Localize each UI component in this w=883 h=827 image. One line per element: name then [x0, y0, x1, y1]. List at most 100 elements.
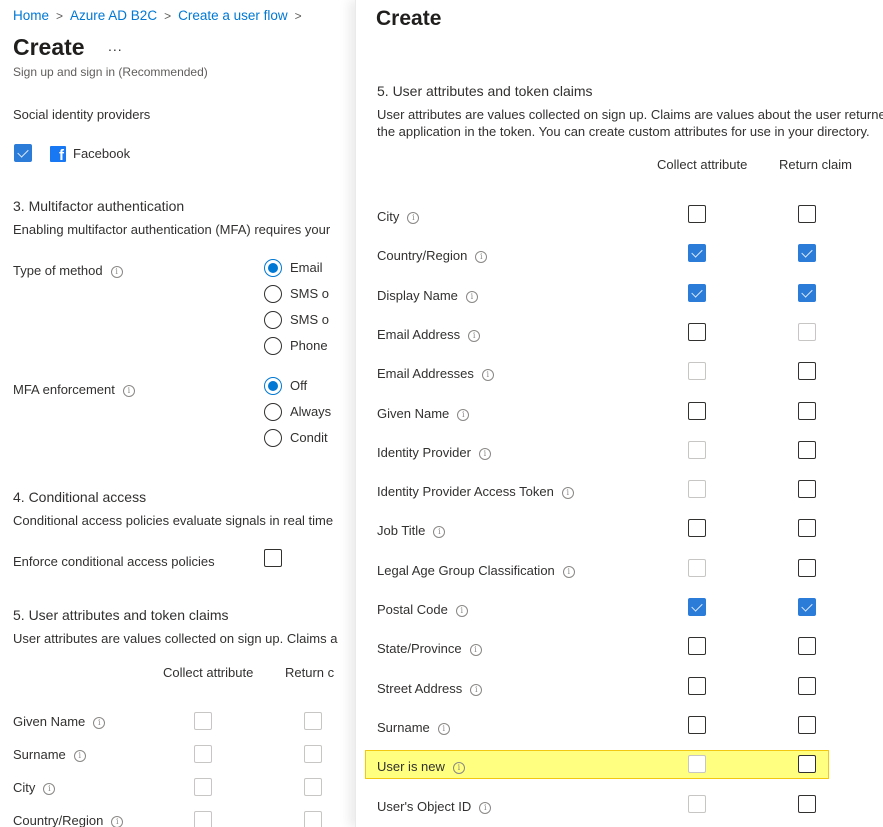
collect-postal-code-checkbox[interactable]: [688, 598, 706, 616]
breadcrumb-separator: >: [294, 9, 302, 23]
column-return-claim: Return c: [285, 665, 335, 680]
breadcrumb-separator: >: [164, 9, 172, 23]
radio-email-label: Email: [290, 260, 323, 275]
info-icon[interactable]: i: [437, 722, 450, 735]
breadcrumb-home[interactable]: Home: [13, 8, 49, 23]
collect-email-address-checkbox[interactable]: [688, 323, 706, 341]
column-collect-attribute: Collect attribute: [657, 157, 748, 172]
attribute-label-street-address: Street Address i: [377, 681, 483, 696]
info-icon[interactable]: i: [469, 643, 482, 656]
info-icon[interactable]: i: [407, 211, 420, 224]
info-icon[interactable]: i: [478, 447, 491, 460]
return-user-s-object-id-checkbox[interactable]: [798, 795, 816, 813]
collect-city-checkbox[interactable]: [194, 778, 212, 796]
return-job-title-checkbox[interactable]: [798, 519, 816, 537]
attribute-label-email-address: Email Address i: [377, 327, 481, 342]
page-title: Create: [13, 34, 85, 60]
return-identity-provider-access-token-checkbox[interactable]: [798, 480, 816, 498]
attribute-label-city: City i: [377, 209, 420, 224]
radio-always[interactable]: [264, 403, 282, 421]
return-street-address-checkbox[interactable]: [798, 677, 816, 695]
info-icon[interactable]: i: [110, 265, 123, 278]
info-icon[interactable]: i: [457, 408, 470, 421]
info-icon[interactable]: i: [479, 801, 492, 814]
info-icon[interactable]: i: [475, 250, 488, 263]
info-icon[interactable]: i: [122, 384, 135, 397]
enforce-ca-checkbox[interactable]: [264, 549, 282, 567]
collect-identity-provider-access-token-checkbox: [688, 480, 706, 498]
radio-sms-1[interactable]: [264, 285, 282, 303]
facebook-checkbox[interactable]: [14, 144, 32, 162]
return-country-region-checkbox[interactable]: [304, 811, 322, 827]
breadcrumb-separator: >: [56, 9, 64, 23]
mfa-description: Enabling multifactor authentication (MFA…: [13, 222, 331, 237]
info-icon[interactable]: i: [561, 486, 574, 499]
info-icon[interactable]: i: [111, 815, 124, 827]
return-given-name-checkbox[interactable]: [304, 712, 322, 730]
more-options-button[interactable]: ...: [108, 38, 123, 54]
breadcrumb-create-user-flow[interactable]: Create a user flow: [178, 8, 288, 23]
facebook-label: Facebook: [73, 146, 131, 161]
create-blade: Create 5. User attributes and token clai…: [355, 0, 883, 827]
type-of-method-label: Type of method i: [13, 263, 123, 278]
collect-city-checkbox[interactable]: [688, 205, 706, 223]
collect-given-name-checkbox[interactable]: [688, 402, 706, 420]
enforce-ca-label: Enforce conditional access policies: [13, 554, 215, 569]
info-icon[interactable]: i: [452, 761, 465, 774]
return-display-name-checkbox[interactable]: [798, 284, 816, 302]
collect-country-region-checkbox[interactable]: [194, 811, 212, 827]
collect-user-s-object-id-checkbox: [688, 795, 706, 813]
collect-country-region-checkbox[interactable]: [688, 244, 706, 262]
radio-email[interactable]: [264, 259, 282, 277]
return-country-region-checkbox[interactable]: [798, 244, 816, 262]
info-icon[interactable]: i: [73, 749, 86, 762]
info-icon[interactable]: i: [468, 329, 481, 342]
radio-sms-2[interactable]: [264, 311, 282, 329]
attributes-description-line2: the application in the token. You can cr…: [377, 124, 870, 139]
info-icon[interactable]: i: [562, 565, 575, 578]
radio-conditional[interactable]: [264, 429, 282, 447]
collect-surname-checkbox[interactable]: [194, 745, 212, 763]
collect-state-province-checkbox[interactable]: [688, 637, 706, 655]
attribute-label-surname: Surname i: [377, 720, 450, 735]
attributes-description-line1: User attributes are values collected on …: [377, 107, 883, 122]
radio-off[interactable]: [264, 377, 282, 395]
radio-sms-1-label: SMS o: [290, 286, 330, 301]
attribute-label-legal-age-group-classification: Legal Age Group Classification i: [377, 563, 575, 578]
radio-always-label: Always: [290, 404, 332, 419]
info-icon[interactable]: i: [470, 683, 483, 696]
return-user-is-new-checkbox[interactable]: [798, 755, 816, 773]
return-email-address-checkbox: [798, 323, 816, 341]
info-icon[interactable]: i: [455, 604, 468, 617]
collect-surname-checkbox[interactable]: [688, 716, 706, 734]
info-icon[interactable]: i: [43, 782, 56, 795]
return-legal-age-group-classification-checkbox[interactable]: [798, 559, 816, 577]
breadcrumb-azure-ad-b2c[interactable]: Azure AD B2C: [70, 8, 157, 23]
collect-job-title-checkbox[interactable]: [688, 519, 706, 537]
breadcrumb: Home > Azure AD B2C > Create a user flow >: [13, 8, 309, 23]
page-subtitle: Sign up and sign in (Recommended): [13, 65, 208, 79]
return-city-checkbox[interactable]: [304, 778, 322, 796]
return-state-province-checkbox[interactable]: [798, 637, 816, 655]
return-postal-code-checkbox[interactable]: [798, 598, 816, 616]
collect-given-name-checkbox[interactable]: [194, 712, 212, 730]
attribute-label-country-region: Country/Region i: [13, 813, 124, 827]
collect-display-name-checkbox[interactable]: [688, 284, 706, 302]
info-icon[interactable]: i: [481, 368, 494, 381]
info-icon[interactable]: i: [93, 716, 106, 729]
attribute-label-job-title: Job Title i: [377, 523, 446, 538]
collect-street-address-checkbox[interactable]: [688, 677, 706, 695]
return-surname-checkbox[interactable]: [304, 745, 322, 763]
return-city-checkbox[interactable]: [798, 205, 816, 223]
attribute-label-state-province: State/Province i: [377, 641, 482, 656]
return-identity-provider-checkbox[interactable]: [798, 441, 816, 459]
attribute-label-identity-provider: Identity Provider i: [377, 445, 491, 460]
return-email-addresses-checkbox[interactable]: [798, 362, 816, 380]
facebook-icon: f: [50, 146, 66, 164]
info-icon[interactable]: i: [433, 525, 446, 538]
info-icon[interactable]: i: [465, 290, 478, 303]
radio-phone[interactable]: [264, 337, 282, 355]
attribute-label-given-name: Given Name i: [377, 406, 470, 421]
return-given-name-checkbox[interactable]: [798, 402, 816, 420]
return-surname-checkbox[interactable]: [798, 716, 816, 734]
